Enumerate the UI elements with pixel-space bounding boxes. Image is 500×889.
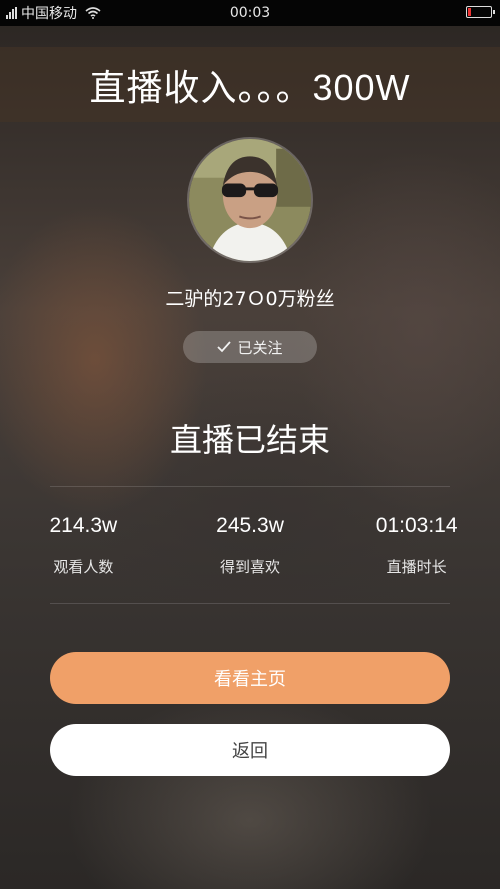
banner-title: 直播收入。。。300W	[89, 66, 411, 108]
battery-icon	[466, 6, 495, 18]
view-homepage-button[interactable]: 看看主页	[50, 652, 450, 704]
divider-bottom	[50, 603, 450, 604]
divider-top	[50, 486, 450, 487]
followed-button[interactable]: 已关注	[183, 331, 317, 363]
check-icon	[217, 341, 232, 353]
stat-duration: 01:03:14 直播时长	[333, 514, 500, 577]
followed-label: 已关注	[237, 338, 283, 357]
stat-value: 01:03:14	[375, 514, 458, 537]
stat-value: 214.3w	[49, 514, 118, 537]
username: 二驴的27Ｏ0万粉丝	[165, 288, 335, 310]
stat-label: 直播时长	[386, 558, 447, 576]
battery-level	[468, 8, 471, 16]
income-banner: 直播收入。。。300W	[0, 47, 500, 122]
stat-label: 得到喜欢	[220, 558, 281, 576]
avatar[interactable]	[187, 137, 313, 263]
status-time: 00:03	[229, 5, 271, 21]
live-stats: 214.3w 观看人数 245.3w 得到喜欢 01:03:14 直播时长	[0, 514, 500, 577]
stat-viewers: 214.3w 观看人数	[0, 514, 167, 577]
stat-label: 观看人数	[53, 558, 114, 576]
avatar-photo	[189, 139, 311, 261]
status-bar: 中国移动 00:03	[0, 0, 500, 26]
live-ended-heading: 直播已结束	[169, 421, 330, 459]
stat-likes: 245.3w 得到喜欢	[167, 514, 334, 577]
back-button[interactable]: 返回	[50, 724, 450, 776]
stat-value: 245.3w	[216, 514, 284, 537]
